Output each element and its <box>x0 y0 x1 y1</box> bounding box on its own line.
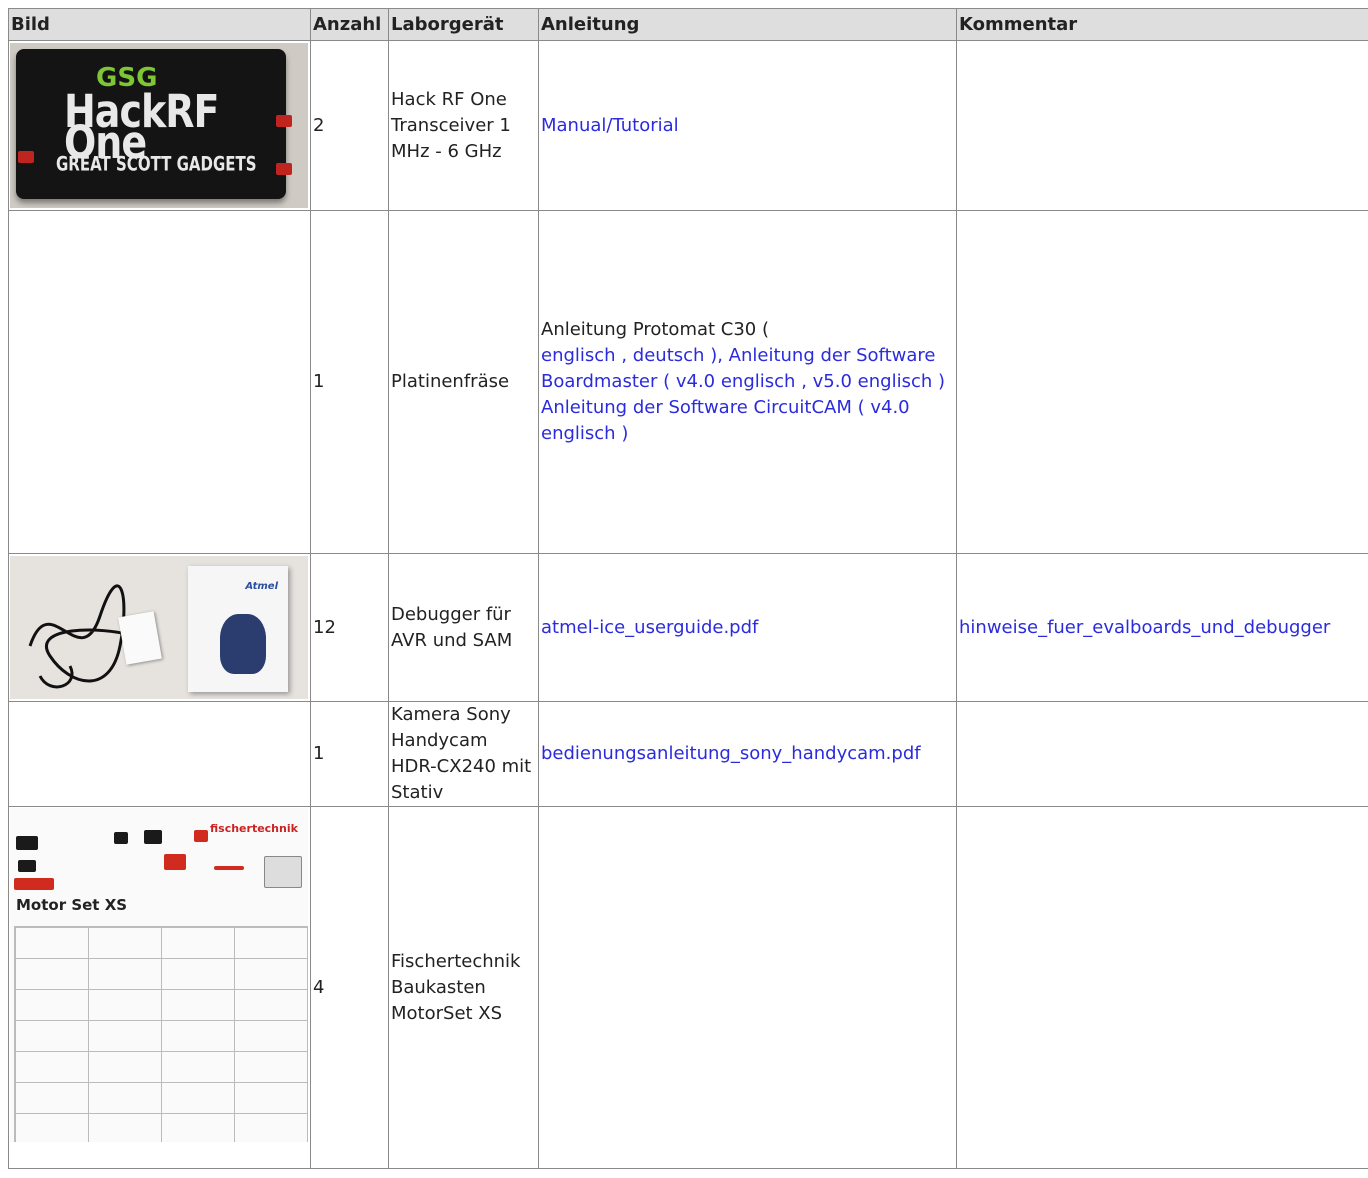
hackrf-sub-text: GREAT SCOTT GADGETS <box>56 152 257 176</box>
image-cell: GSG HackRF One GREAT SCOTT GADGETS <box>8 40 311 211</box>
manual-separator: ) <box>937 371 946 392</box>
image-cell: Atmel <box>8 553 311 702</box>
table-row: GSG HackRF One GREAT SCOTT GADGETS 2 Hac… <box>8 40 1368 211</box>
table-row: 1 Kamera Sony Handycam HDR-CX240 mit Sta… <box>8 701 1368 807</box>
protomat-german-link[interactable]: deutsch <box>633 345 705 366</box>
table-row: Atmel 12 Debugger für AVR und SAM atmel-… <box>8 553 1368 702</box>
manual-prefix-text: Anleitung Protomat C30 ( <box>541 319 770 340</box>
image-cell <box>8 701 311 807</box>
comment-cell <box>956 701 1368 807</box>
atmel-brand-text: Atmel <box>245 581 278 592</box>
count-cell: 2 <box>310 40 389 211</box>
manual-cell: Manual/Tutorial <box>538 40 957 211</box>
hackrf-image[interactable]: GSG HackRF One GREAT SCOTT GADGETS <box>10 43 308 208</box>
table-header-row: Bild Anzahl Laborgerät Anleitung Komment… <box>8 8 1368 41</box>
count-cell: 4 <box>310 806 389 1169</box>
boardmaster-v4-link[interactable]: v4.0 englisch <box>676 371 796 392</box>
device-cell: Kamera Sony Handycam HDR-CX240 mit Stati… <box>388 701 539 807</box>
header-bild: Bild <box>8 8 311 41</box>
evalboards-hint-link[interactable]: hinweise_fuer_evalboards_und_debugger <box>959 617 1330 638</box>
atmel-userguide-link[interactable]: atmel-ice_userguide.pdf <box>541 617 758 638</box>
header-anleitung: Anleitung <box>538 8 957 41</box>
manual-link[interactable]: Manual/Tutorial <box>541 115 679 136</box>
manual-cell: bedienungsanleitung_sony_handycam.pdf <box>538 701 957 807</box>
sony-manual-link[interactable]: bedienungsanleitung_sony_handycam.pdf <box>541 743 921 764</box>
manual-separator: , <box>621 345 628 366</box>
image-cell <box>8 210 311 554</box>
manual-cell <box>538 806 957 1169</box>
header-kommentar: Kommentar <box>956 8 1368 41</box>
atmel-ice-image[interactable]: Atmel <box>10 556 308 699</box>
comment-cell <box>956 210 1368 554</box>
image-cell: fischertechnik Motor Set XS <box>8 806 311 1169</box>
header-anzahl: Anzahl <box>310 8 389 41</box>
table-row: 1 Platinenfräse Anleitung Protomat C30 (… <box>8 210 1368 554</box>
protomat-english-link[interactable]: englisch <box>541 345 616 366</box>
comment-cell <box>956 806 1368 1169</box>
boardmaster-v5-link[interactable]: v5.0 englisch <box>813 371 933 392</box>
table-row: fischertechnik Motor Set XS 4 Fischertec… <box>8 806 1368 1169</box>
circuitcam-link[interactable]: Anleitung der Software CircuitCAM ( <box>541 397 865 418</box>
manual-separator: , <box>801 371 807 392</box>
device-cell: Platinenfräse <box>388 210 539 554</box>
device-cell: Hack RF One Transceiver 1 MHz - 6 GHz <box>388 40 539 211</box>
manual-cell: atmel-ice_userguide.pdf <box>538 553 957 702</box>
manual-separator: ) <box>621 423 629 444</box>
manual-cell: Anleitung Protomat C30 ( englisch , deut… <box>538 210 957 554</box>
count-cell: 12 <box>310 553 389 702</box>
lab-equipment-table: Bild Anzahl Laborgerät Anleitung Komment… <box>8 8 1368 1169</box>
header-laborgeraet: Laborgerät <box>388 8 539 41</box>
count-cell: 1 <box>310 701 389 807</box>
comment-cell: hinweise_fuer_evalboards_und_debugger <box>956 553 1368 702</box>
fischertechnik-image[interactable]: fischertechnik Motor Set XS <box>10 808 308 1142</box>
device-cell: Debugger für AVR und SAM <box>388 553 539 702</box>
manual-separator: ), <box>710 345 723 366</box>
count-cell: 1 <box>310 210 389 554</box>
device-cell: Fischertechnik Baukasten MotorSet XS <box>388 806 539 1169</box>
comment-cell <box>956 40 1368 211</box>
ft-set-title: Motor Set XS <box>16 896 128 914</box>
